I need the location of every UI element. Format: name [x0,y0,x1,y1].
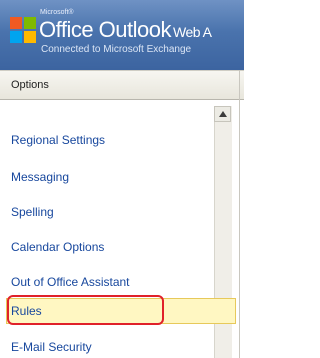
content-panel-edge [240,100,244,358]
nav-item-email-security[interactable]: E-Mail Security [11,340,92,354]
web-access-label: Web A [173,24,212,40]
office-logo-icon [10,17,36,43]
nav-item-out-of-office-assistant[interactable]: Out of Office Assistant [11,275,130,289]
connection-status: Connected to Microsoft Exchange [41,44,192,55]
options-title: Options [11,79,49,91]
outlook-web-access-options: Microsoft® Office Outlook Web A Connected… [0,0,244,358]
scroll-up-button[interactable] [214,106,231,122]
nav-item-spelling[interactable]: Spelling [11,205,54,219]
app-header: Microsoft® Office Outlook Web A Connected… [0,0,244,70]
nav-item-messaging[interactable]: Messaging [11,170,69,184]
product-name: Office Outlook Web A [39,17,212,45]
office-outlook-label: Office Outlook [39,17,172,42]
nav-item-regional-settings[interactable]: Regional Settings [11,133,105,147]
highlight-outline [7,295,164,325]
nav-item-calendar-options[interactable]: Calendar Options [11,240,104,254]
options-header: Options [0,70,244,100]
microsoft-label: Microsoft® [40,9,74,16]
